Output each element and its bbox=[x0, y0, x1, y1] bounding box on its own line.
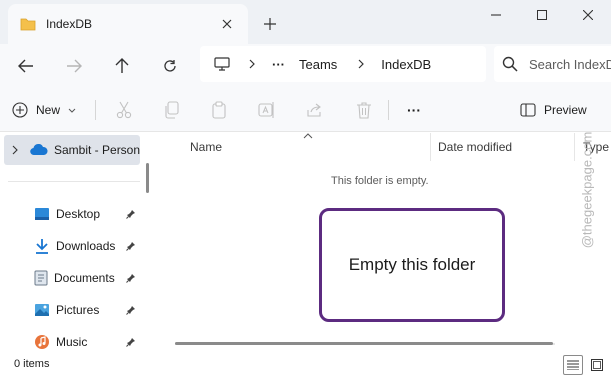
toolbar-separator bbox=[95, 100, 96, 120]
folder-icon bbox=[20, 17, 36, 31]
sidebar-item-pictures[interactable]: Pictures bbox=[0, 295, 140, 325]
search-input[interactable]: Search IndexDB bbox=[494, 46, 611, 82]
command-bar: New ··· Preview bbox=[0, 88, 611, 132]
navigation-pane: Sambit - Person Desktop Downloads Docume… bbox=[0, 133, 155, 353]
column-divider[interactable] bbox=[574, 133, 575, 161]
up-arrow-icon[interactable] bbox=[106, 50, 138, 82]
share-icon[interactable] bbox=[301, 96, 329, 124]
sort-caret-icon bbox=[303, 133, 313, 139]
new-button-label: New bbox=[36, 103, 61, 117]
delete-icon[interactable] bbox=[350, 96, 378, 124]
pin-icon[interactable] bbox=[124, 271, 138, 285]
sidebar-scrollbar[interactable] bbox=[146, 163, 149, 193]
cut-icon[interactable] bbox=[110, 96, 138, 124]
sidebar-item-label: Downloads bbox=[56, 239, 116, 253]
empty-folder-message: This folder is empty. bbox=[331, 175, 429, 187]
address-row: ··· Teams IndexDB Search IndexDB bbox=[0, 44, 611, 88]
tab-indexdb[interactable]: IndexDB bbox=[8, 4, 248, 44]
chevron-right-icon[interactable] bbox=[12, 145, 18, 155]
file-list: Name Date modified Type This folder is e… bbox=[157, 133, 611, 353]
close-window-icon[interactable] bbox=[565, 0, 611, 30]
search-icon bbox=[502, 56, 518, 72]
back-arrow-icon[interactable] bbox=[10, 50, 42, 82]
status-bar: 0 items bbox=[0, 353, 611, 377]
document-icon bbox=[34, 270, 48, 286]
pictures-icon bbox=[34, 303, 50, 317]
maximize-icon[interactable] bbox=[519, 0, 565, 30]
sidebar-item-label: Pictures bbox=[56, 303, 100, 317]
more-options-button[interactable]: ··· bbox=[400, 96, 428, 124]
sidebar-item-label: Documents bbox=[54, 271, 115, 285]
pin-icon[interactable] bbox=[124, 335, 138, 349]
refresh-icon[interactable] bbox=[154, 50, 186, 82]
cloud-icon bbox=[30, 144, 48, 156]
sidebar-item-documents[interactable]: Documents bbox=[0, 263, 140, 293]
sidebar-item-desktop[interactable]: Desktop bbox=[0, 199, 140, 229]
music-icon bbox=[34, 334, 50, 350]
column-divider[interactable] bbox=[430, 133, 431, 161]
new-button[interactable]: New bbox=[12, 96, 76, 124]
breadcrumb-indexdb[interactable]: IndexDB bbox=[381, 57, 431, 72]
address-bar[interactable]: ··· Teams IndexDB bbox=[200, 46, 486, 82]
chevron-right-icon[interactable] bbox=[246, 58, 258, 70]
rename-icon[interactable] bbox=[253, 96, 281, 124]
desktop-icon bbox=[34, 207, 50, 221]
minimize-icon[interactable] bbox=[473, 0, 519, 30]
column-header-date-modified[interactable]: Date modified bbox=[438, 133, 512, 161]
download-icon bbox=[34, 238, 50, 254]
preview-pane-icon bbox=[520, 103, 536, 117]
pin-icon[interactable] bbox=[124, 239, 138, 253]
item-count: 0 items bbox=[14, 358, 50, 370]
close-tab-icon[interactable] bbox=[216, 13, 238, 35]
breadcrumb-teams[interactable]: Teams bbox=[299, 57, 337, 72]
search-placeholder: Search IndexDB bbox=[529, 56, 611, 72]
column-header-name[interactable]: Name bbox=[190, 133, 222, 161]
sidebar-item-label: Desktop bbox=[56, 207, 101, 221]
breadcrumb-overflow[interactable]: ··· bbox=[272, 57, 285, 72]
horizontal-scrollbar[interactable] bbox=[175, 342, 553, 345]
watermark: @thegeekpage.com bbox=[579, 131, 595, 249]
copy-icon[interactable] bbox=[158, 96, 186, 124]
preview-button-label: Preview bbox=[544, 103, 587, 117]
chevron-right-icon[interactable] bbox=[355, 58, 367, 70]
details-view-icon[interactable] bbox=[563, 355, 583, 375]
sidebar-item-label: Sambit - Person bbox=[54, 143, 141, 157]
sidebar-item-onedrive[interactable]: Sambit - Person bbox=[4, 135, 140, 165]
title-bar: IndexDB bbox=[0, 0, 611, 44]
toolbar-separator bbox=[388, 100, 389, 120]
plus-circle-icon bbox=[12, 102, 28, 118]
chevron-down-icon bbox=[68, 108, 76, 113]
paste-icon[interactable] bbox=[205, 96, 233, 124]
sidebar-divider bbox=[8, 181, 140, 182]
preview-button[interactable]: Preview bbox=[520, 96, 587, 124]
plus-icon[interactable] bbox=[258, 12, 282, 36]
pin-icon[interactable] bbox=[124, 207, 138, 221]
annotation-callout: Empty this folder bbox=[319, 208, 505, 322]
pin-icon[interactable] bbox=[124, 303, 138, 317]
sidebar-item-label: Music bbox=[56, 335, 88, 349]
tab-title: IndexDB bbox=[46, 17, 93, 31]
forward-arrow-icon[interactable] bbox=[58, 50, 90, 82]
sidebar-item-downloads[interactable]: Downloads bbox=[0, 231, 140, 261]
tiles-view-icon[interactable] bbox=[587, 355, 607, 375]
this-pc-icon[interactable] bbox=[214, 57, 230, 71]
